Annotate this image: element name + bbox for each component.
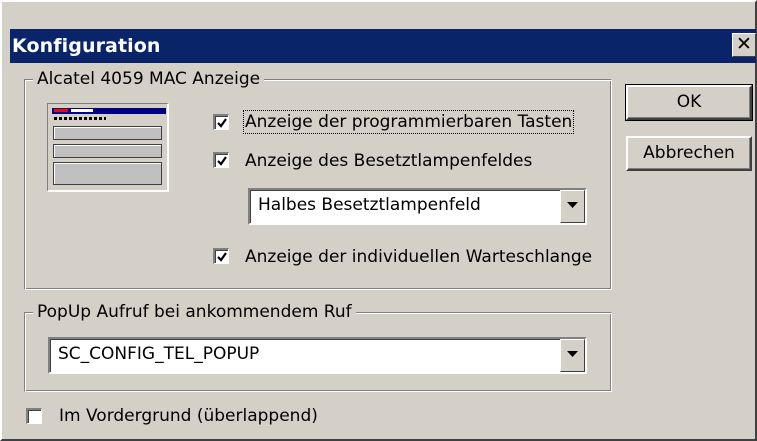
foreground-checkbox[interactable] [26,408,42,424]
configuration-dialog: Konfiguration ✕ Alcatel 4059 MAC Anzeige… [0,0,757,441]
close-button[interactable]: ✕ [732,33,756,57]
individual-queue-checkbox[interactable] [213,248,229,264]
layout-preview-icon [47,103,169,192]
popup-select-arrow[interactable] [560,339,585,372]
popup-select-value: SC_CONFIG_TEL_POPUP [58,344,260,364]
check-icon [217,156,227,166]
foreground-label[interactable]: Im Vordergrund (überlappend) [59,406,318,426]
individual-queue-label[interactable]: Anzeige der individuellen Warteschlange [245,247,592,267]
chevron-down-icon [567,351,578,357]
cancel-button[interactable]: Abbrechen [626,136,752,171]
busy-lamp-field-checkbox[interactable] [213,152,229,168]
busy-lamp-field-select[interactable]: Halbes Besetztlampenfeld [248,188,587,225]
title-bar: Konfiguration ✕ [10,29,756,63]
display-settings-group-label: Alcatel 4059 MAC Anzeige [33,69,265,89]
busy-lamp-field-select-arrow[interactable] [560,190,585,223]
check-icon [217,118,227,128]
dialog-title: Konfiguration [12,35,161,57]
popup-settings-group-label: PopUp Aufruf bei ankommendem Ruf [33,302,356,322]
close-icon: ✕ [736,33,752,55]
programmable-keys-checkbox[interactable] [213,114,229,130]
check-icon [217,252,227,262]
programmable-keys-label[interactable]: Anzeige der programmierbaren Tasten [242,110,575,134]
chevron-down-icon [567,202,578,208]
ok-button[interactable]: OK [625,84,753,121]
busy-lamp-field-select-value: Halbes Besetztlampenfeld [258,195,481,215]
popup-select[interactable]: SC_CONFIG_TEL_POPUP [48,337,587,374]
busy-lamp-field-label[interactable]: Anzeige des Besetztlampenfeldes [245,151,532,171]
